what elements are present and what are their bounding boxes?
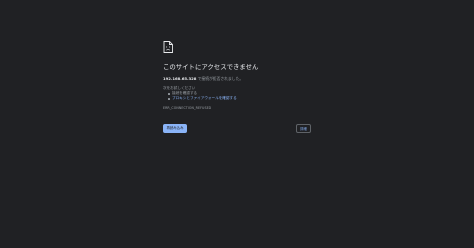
error-content: このサイトにアクセスできません 192.168.65.328 で接続が拒否されま… bbox=[163, 41, 313, 111]
host-message: 192.168.65.328 で接続が拒否されました。 bbox=[163, 76, 313, 81]
details-button[interactable]: 詳細 bbox=[296, 124, 311, 133]
check-proxy-firewall-link[interactable]: プロキシとファイアウォールを確認する bbox=[172, 96, 237, 100]
suggestion-check-connection-label: 接続を確認する bbox=[172, 91, 198, 95]
sad-document-icon bbox=[163, 41, 173, 53]
host-message-text: で接続が拒否されました。 bbox=[196, 76, 244, 81]
host-address: 192.168.65.328 bbox=[163, 76, 197, 81]
error-code: ERR_CONNECTION_REFUSED bbox=[163, 106, 212, 110]
reload-button[interactable]: 再読み込み bbox=[163, 124, 187, 133]
suggestion-check-proxy-firewall[interactable]: プロキシとファイアウォールを確認する bbox=[168, 96, 313, 101]
error-heading: このサイトにアクセスできません bbox=[163, 63, 259, 71]
error-page: このサイトにアクセスできません 192.168.65.328 で接続が拒否されま… bbox=[0, 0, 474, 248]
suggestion-list: 接続を確認する プロキシとファイアウォールを確認する bbox=[163, 91, 313, 101]
